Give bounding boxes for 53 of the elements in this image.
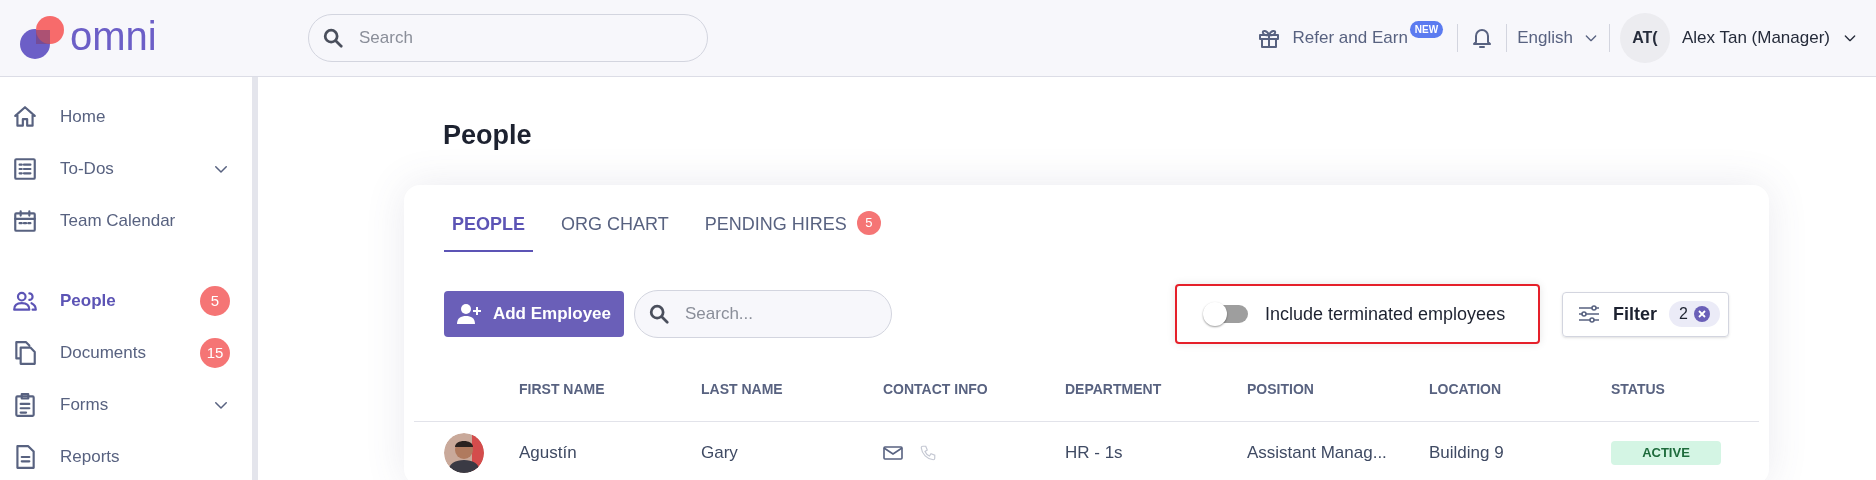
home-icon	[12, 104, 38, 130]
email-icon[interactable]	[883, 445, 903, 461]
list-icon	[12, 156, 38, 182]
nav-item[interactable]: People 5	[0, 275, 244, 327]
table-cell-text: Gary	[701, 442, 738, 465]
sliders-icon	[1577, 302, 1601, 326]
tab[interactable]: ORG CHART	[553, 207, 677, 252]
column-header[interactable]: CONTACT INFO	[883, 379, 988, 400]
documents-icon	[12, 340, 38, 366]
search-icon	[322, 27, 344, 49]
count-badge: 15	[200, 338, 230, 368]
search-field[interactable]: Search	[308, 14, 708, 62]
clipboard-icon	[12, 392, 38, 418]
nav-item[interactable]: Reports	[0, 431, 244, 480]
toggle-switch[interactable]	[1203, 302, 1249, 326]
column-header[interactable]: FIRST NAME	[519, 379, 605, 400]
table-cell-text: HR - 1s	[1065, 442, 1123, 465]
tab[interactable]: PEOPLE	[444, 207, 534, 252]
logo-icon	[18, 15, 66, 61]
table-cell-text: Agustín	[519, 442, 577, 465]
count-badge: 5	[856, 211, 881, 235]
language-dropdown[interactable]: English	[1507, 25, 1609, 51]
table-cell-text: Building 9	[1429, 442, 1504, 465]
filter-button[interactable]: Filter 2	[1562, 291, 1729, 337]
filter-count: 2	[1679, 304, 1688, 324]
tab[interactable]: PENDING HIRES 5	[696, 207, 889, 252]
column-header[interactable]: STATUS	[1611, 379, 1665, 400]
refer-label: Refer and Earn	[1292, 27, 1408, 50]
nav-item[interactable]: Home	[0, 91, 244, 143]
refer-link[interactable]: Refer and Earn NEW	[1256, 25, 1458, 51]
nav-item[interactable]: Team Calendar	[0, 195, 244, 247]
table-cell-text: Assistant Manag...	[1247, 442, 1387, 465]
user-avatar: AT(	[1619, 13, 1670, 63]
search-icon	[648, 303, 670, 325]
user-menu[interactable]: AT( Alex Tan (Manager)	[1609, 13, 1876, 63]
clear-filter-icon[interactable]	[1693, 306, 1710, 322]
add-employee-button[interactable]: Add Employee	[444, 291, 624, 337]
toggle-label: Include terminated employees	[1265, 302, 1506, 326]
logo-text: omni	[70, 16, 157, 56]
page-title: People	[443, 119, 532, 152]
calendar-icon	[12, 208, 38, 234]
add-person-icon	[456, 303, 483, 325]
nav-item[interactable]: Documents 15	[0, 327, 244, 379]
column-header[interactable]: DEPARTMENT	[1065, 379, 1162, 400]
column-header[interactable]: POSITION	[1247, 379, 1314, 400]
column-header[interactable]: LOCATION	[1429, 379, 1502, 400]
people-search-field[interactable]: Search...	[634, 290, 892, 338]
status-badge: ACTIVE	[1611, 441, 1721, 465]
new-badge: NEW	[1409, 20, 1444, 38]
column-header[interactable]: LAST NAME	[701, 379, 783, 400]
count-badge: 5	[200, 286, 230, 316]
nav-item[interactable]: To-Dos	[0, 143, 244, 195]
nav-item[interactable]: Forms	[0, 379, 244, 431]
